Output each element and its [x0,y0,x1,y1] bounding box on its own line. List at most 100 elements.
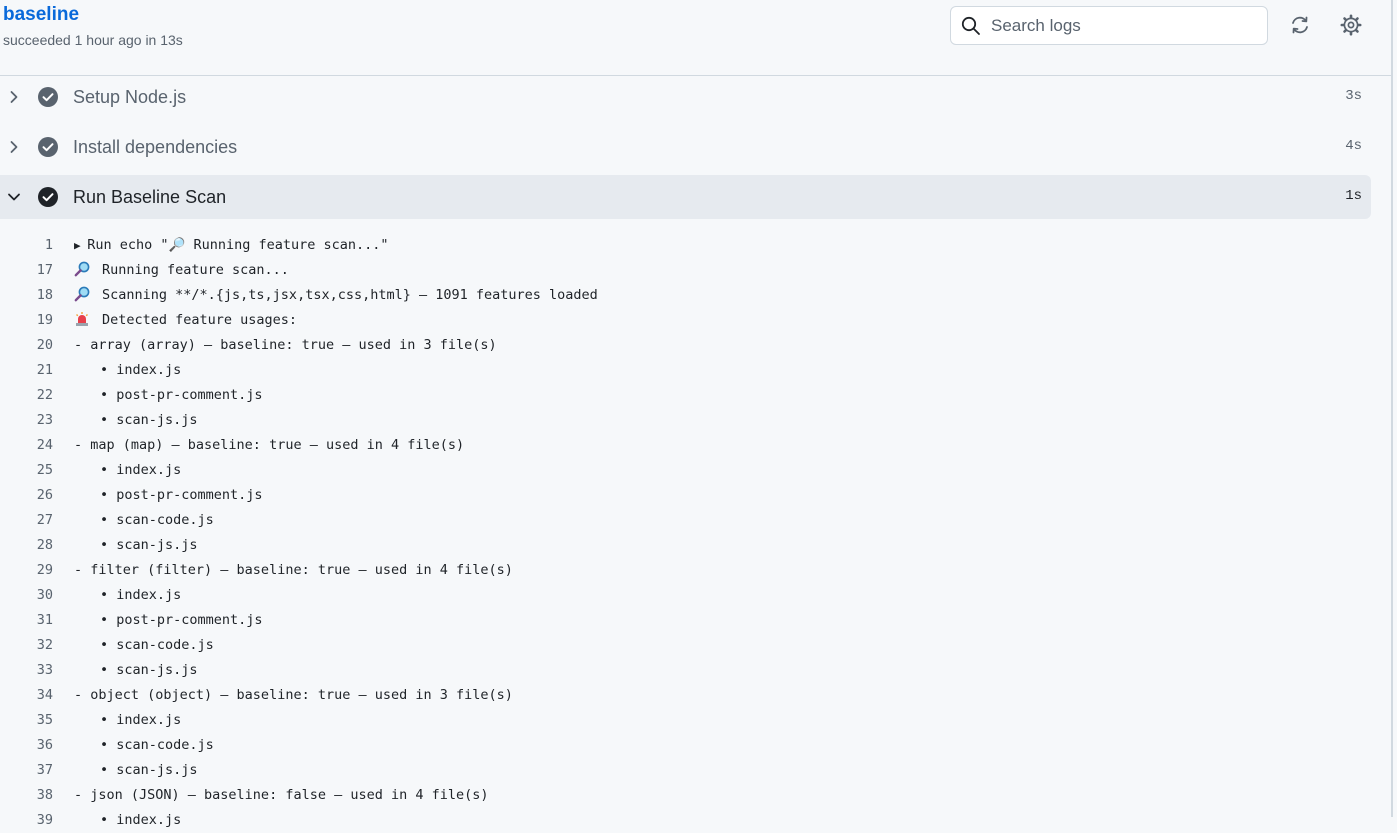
line-number[interactable]: 28 [0,533,53,558]
line-number[interactable]: 20 [0,333,53,358]
log-text: - json (JSON) — baseline: false — used i… [74,783,489,808]
log-line: 38 - json (JSON) — baseline: false — used… [0,783,1371,808]
log-text-content: • scan-js.js [100,662,198,678]
log-text-content: - object (object) — baseline: true — use… [74,687,513,703]
log-line: 20 - array (array) — baseline: true — use… [0,333,1371,358]
expand-triangle-icon[interactable]: ▶ [74,239,87,252]
line-number[interactable]: 31 [0,608,53,633]
panel-divider [1391,0,1393,817]
log-line: 1 ▶ Run echo "🔎 Running feature scan..." [0,233,1371,258]
step-install-dependencies[interactable]: Install dependencies 4s [0,125,1371,169]
refresh-button[interactable] [1285,10,1315,40]
search-logs-box[interactable] [950,6,1268,45]
job-header: baseline succeeded 1 hour ago in 13s [0,0,1391,76]
line-number[interactable]: 18 [0,283,53,308]
log-text: • scan-js.js [100,658,198,683]
line-number[interactable]: 37 [0,758,53,783]
log-text: • index.js [100,458,181,483]
log-text-content: • index.js [100,812,182,828]
log-text-content: • scan-code.js [100,512,214,528]
log-text-content: Detected feature usages: [102,312,298,328]
line-number[interactable]: 26 [0,483,53,508]
log-text-content: • scan-js.js [100,412,198,428]
log-text-content: - filter (filter) — baseline: true — use… [74,562,513,578]
line-number[interactable]: 29 [0,558,53,583]
chevron-down-icon [8,193,20,201]
line-number[interactable]: 1 [0,233,53,258]
log-text: • post-pr-comment.js [100,383,263,408]
line-number[interactable]: 23 [0,408,53,433]
line-number[interactable]: 25 [0,458,53,483]
check-circle-icon [38,137,58,157]
log-line: 32 • scan-code.js [0,633,1371,658]
refresh-icon [1292,16,1308,34]
magnifier-emoji-icon [74,261,90,277]
settings-button[interactable] [1336,10,1366,40]
line-number[interactable]: 22 [0,383,53,408]
line-number[interactable]: 34 [0,683,53,708]
line-number[interactable]: 36 [0,733,53,758]
line-number[interactable]: 27 [0,508,53,533]
log-text-content: • post-pr-comment.js [100,387,263,403]
line-number[interactable]: 35 [0,708,53,733]
log-line: 34 - object (object) — baseline: true — u… [0,683,1371,708]
step-run-baseline-scan[interactable]: Run Baseline Scan 1s [0,175,1371,219]
line-number[interactable]: 39 [0,808,53,833]
log-text: • scan-code.js [100,633,214,658]
line-number[interactable]: 24 [0,433,53,458]
line-number[interactable]: 19 [0,308,53,333]
log-line: 35 • index.js [0,708,1371,733]
log-line: 24 - map (map) — baseline: true — used in… [0,433,1371,458]
log-text: • scan-code.js [100,733,214,758]
log-text-content: - map (map) — baseline: true — used in 4… [74,437,465,453]
log-text: - map (map) — baseline: true — used in 4… [74,433,464,458]
log-line: 21 • index.js [0,358,1371,383]
log-text: • index.js [100,583,181,608]
log-text: - filter (filter) — baseline: true — use… [74,558,513,583]
log-line: 27 • scan-code.js [0,508,1371,533]
chevron-right-icon [10,91,18,103]
job-status: succeeded 1 hour ago in 13s [3,32,183,48]
log-text-content: • scan-js.js [100,762,198,778]
line-number[interactable]: 30 [0,583,53,608]
job-title[interactable]: baseline [3,4,79,26]
log-text-content: • post-pr-comment.js [100,612,263,628]
log-line: 31 • post-pr-comment.js [0,608,1371,633]
log-line: 37 • scan-js.js [0,758,1371,783]
check-circle-icon [38,187,58,207]
step-duration: 3s [1345,88,1362,104]
log-text: Running feature scan... [74,258,289,283]
line-number[interactable]: 17 [0,258,53,283]
step-duration: 4s [1345,138,1362,154]
log-text-content: Scanning **/*.{js,ts,jsx,tsx,css,html} —… [102,287,598,303]
log-text-content: • index.js [100,462,182,478]
log-text: • scan-js.js [100,408,198,433]
log-line: 36 • scan-code.js [0,733,1371,758]
log-text-content: - json (JSON) — baseline: false — used i… [74,787,489,803]
log-text[interactable]: ▶ Run echo "🔎 Running feature scan..." [74,233,389,258]
log-line: 29 - filter (filter) — baseline: true — u… [0,558,1371,583]
step-label: Run Baseline Scan [73,187,227,207]
log-line: 18 Scanning **/*.{js,ts,jsx,tsx,css,html}… [0,283,1371,308]
log-text-content: • scan-code.js [100,737,214,753]
log-line: 26 • post-pr-comment.js [0,483,1371,508]
log-text: • post-pr-comment.js [100,608,263,633]
line-number[interactable]: 21 [0,358,53,383]
step-setup-nodejs[interactable]: Setup Node.js 3s [0,75,1371,119]
line-number[interactable]: 33 [0,658,53,683]
chevron-right-icon [10,141,18,153]
log-text-content: • index.js [100,587,182,603]
log-text-content: • index.js [100,362,182,378]
log-text-content: Running feature scan... [102,262,289,278]
log-line: 39 • index.js [0,808,1371,833]
log-line: 17 Running feature scan... [0,258,1371,283]
search-icon [961,16,980,35]
step-label: Setup Node.js [73,87,187,107]
log-text: Scanning **/*.{js,ts,jsx,tsx,css,html} —… [74,283,598,308]
line-number[interactable]: 38 [0,783,53,808]
log-line: 19 Detected feature usages: [0,308,1371,333]
log-text: • scan-js.js [100,758,198,783]
search-logs-input[interactable] [991,7,1261,44]
line-number[interactable]: 32 [0,633,53,658]
log-line: 28 • scan-js.js [0,533,1371,558]
